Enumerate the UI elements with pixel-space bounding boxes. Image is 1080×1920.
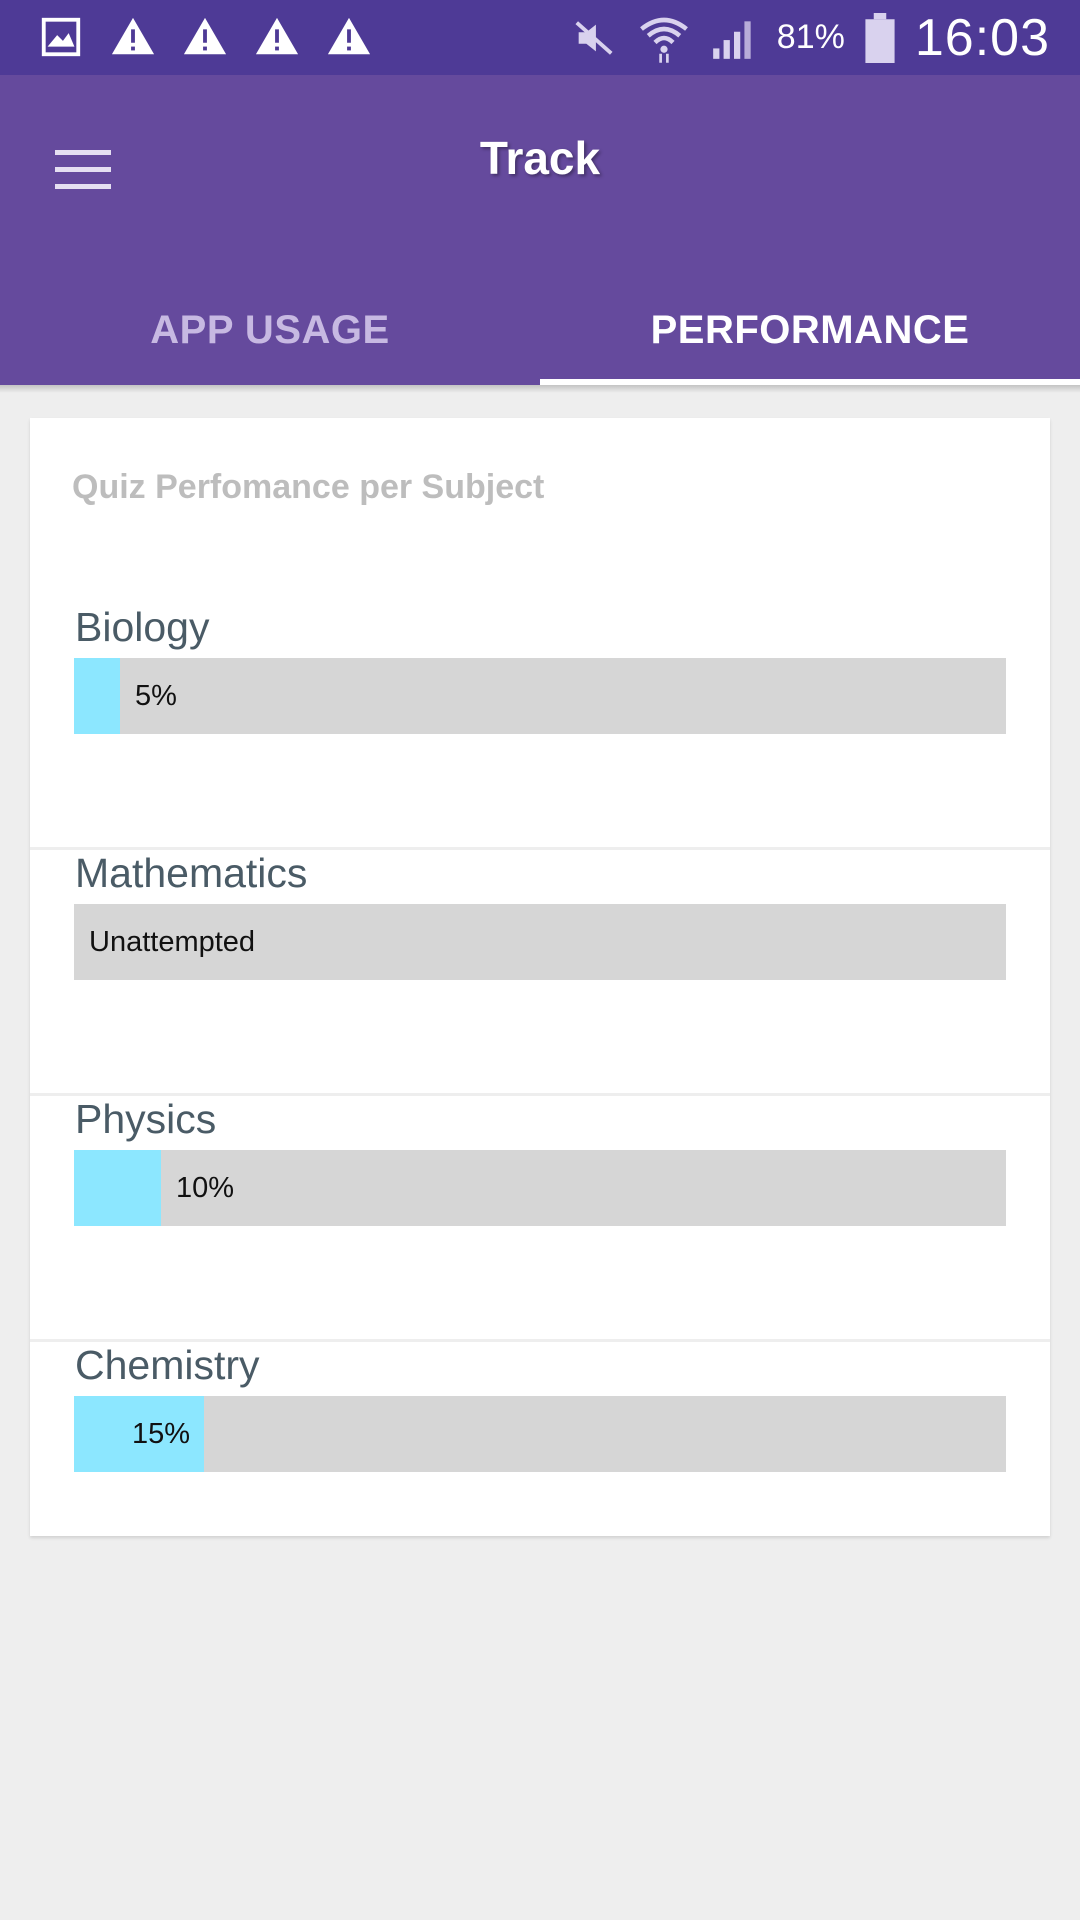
subject-name: Biology: [75, 604, 210, 650]
progress-label: 10%: [176, 1172, 235, 1204]
tab-bar: APP USAGE PERFORMANCE: [0, 275, 1080, 385]
battery-percentage: 81%: [776, 18, 845, 56]
subject-name: Mathematics: [75, 850, 308, 896]
warning-icon: [183, 17, 227, 55]
progress-fill: [74, 1150, 161, 1226]
performance-card: Quiz Perfomance per Subject Biology 5% M…: [30, 418, 1050, 1536]
subject-row-chemistry: Chemistry 15%: [30, 1342, 1050, 1588]
subject-row-physics: Physics 10%: [30, 1096, 1050, 1342]
wifi-icon: [639, 17, 688, 63]
warning-icon: [327, 17, 371, 55]
progress-bar: 5%: [74, 658, 1006, 734]
status-bar: 81% 16:03: [0, 0, 1080, 75]
tab-app-usage[interactable]: APP USAGE: [0, 275, 540, 385]
progress-bar: Unattempted: [74, 904, 1006, 980]
progress-label: Unattempted: [89, 926, 256, 958]
warning-icon: [111, 17, 155, 55]
page-title: Track: [479, 132, 601, 184]
progress-fill: [74, 658, 120, 734]
battery-icon: [865, 12, 895, 63]
subject-row-biology: Biology 5%: [30, 604, 1050, 850]
progress-bar: 15%: [74, 1396, 1006, 1472]
app-bar-shadow: [0, 385, 1080, 393]
clock: 16:03: [914, 8, 1050, 67]
signal-icon: [712, 20, 751, 59]
progress-label: 15%: [132, 1418, 191, 1450]
card-title: Quiz Perfomance per Subject: [72, 468, 545, 506]
subject-row-mathematics: Mathematics Unattempted: [30, 850, 1050, 1096]
tab-performance[interactable]: PERFORMANCE: [540, 275, 1080, 385]
app-bar: Track APP USAGE PERFORMANCE: [0, 75, 1080, 385]
warning-icon: [255, 17, 299, 55]
subject-name: Chemistry: [75, 1342, 260, 1388]
progress-bar: 10%: [74, 1150, 1006, 1226]
system-status: 81% 16:03: [569, 0, 1050, 75]
progress-label: 5%: [135, 680, 177, 712]
notification-icons: [38, 14, 372, 60]
mute-icon: [575, 20, 613, 55]
gallery-icon: [41, 17, 81, 57]
subject-name: Physics: [75, 1096, 217, 1142]
